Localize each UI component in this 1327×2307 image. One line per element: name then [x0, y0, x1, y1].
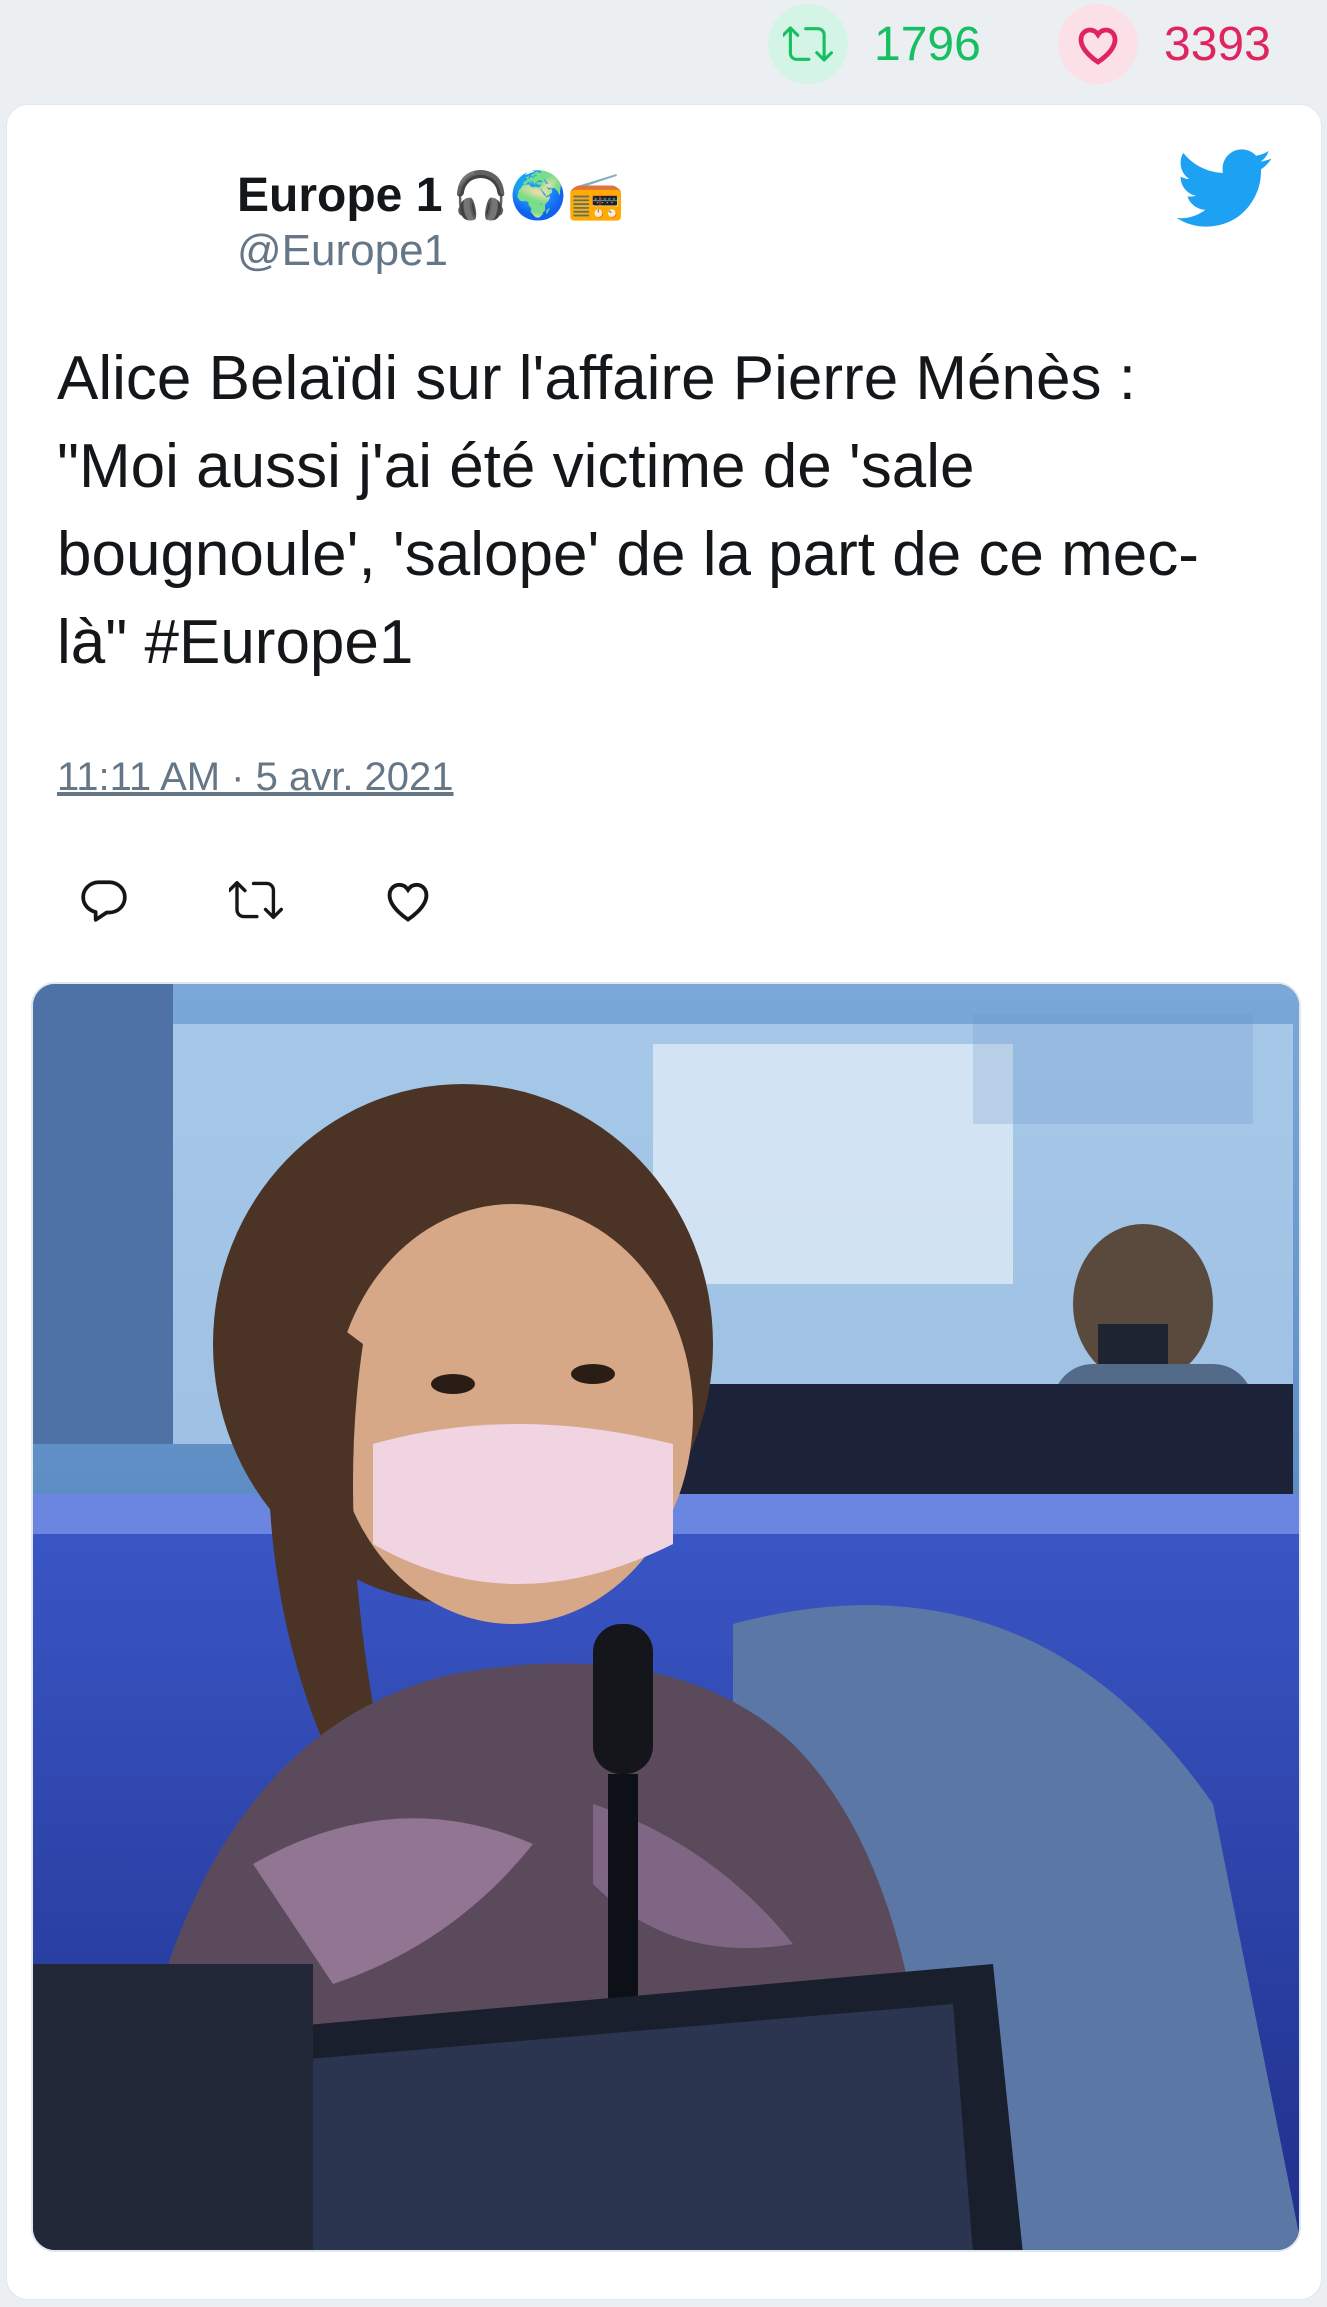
retweet-count-value: 1796	[874, 17, 981, 71]
retweet-icon	[768, 4, 848, 84]
author-emojis: 🎧🌍📻	[452, 169, 625, 221]
reply-icon[interactable]	[73, 869, 135, 931]
retweet-icon[interactable]	[225, 869, 287, 931]
tweet-actions	[73, 865, 529, 935]
heart-icon[interactable]	[377, 869, 439, 931]
tweet-media-image[interactable]	[31, 982, 1301, 2252]
author-handle[interactable]: @Europe1	[237, 226, 624, 276]
retweet-count[interactable]: 1796	[768, 0, 981, 88]
like-count[interactable]: 3393	[1058, 0, 1271, 88]
author-block[interactable]: Europe 1 🎧🌍📻 @Europe1	[237, 160, 624, 276]
like-count-value: 3393	[1164, 17, 1271, 71]
twitter-bird-icon[interactable]	[1176, 149, 1273, 229]
tweet-text: Alice Belaïdi sur l'affaire Pierre Ménès…	[57, 344, 1199, 677]
tweet-timestamp[interactable]: 11:11 AM · 5 avr. 2021	[57, 755, 454, 800]
author-name[interactable]: Europe 1	[237, 168, 442, 223]
heart-icon	[1058, 4, 1138, 84]
tweet-card[interactable]: Europe 1 🎧🌍📻 @Europe1 Alice Belaïdi sur …	[6, 104, 1322, 2300]
engagement-stats: 1796 3393	[0, 0, 1327, 100]
